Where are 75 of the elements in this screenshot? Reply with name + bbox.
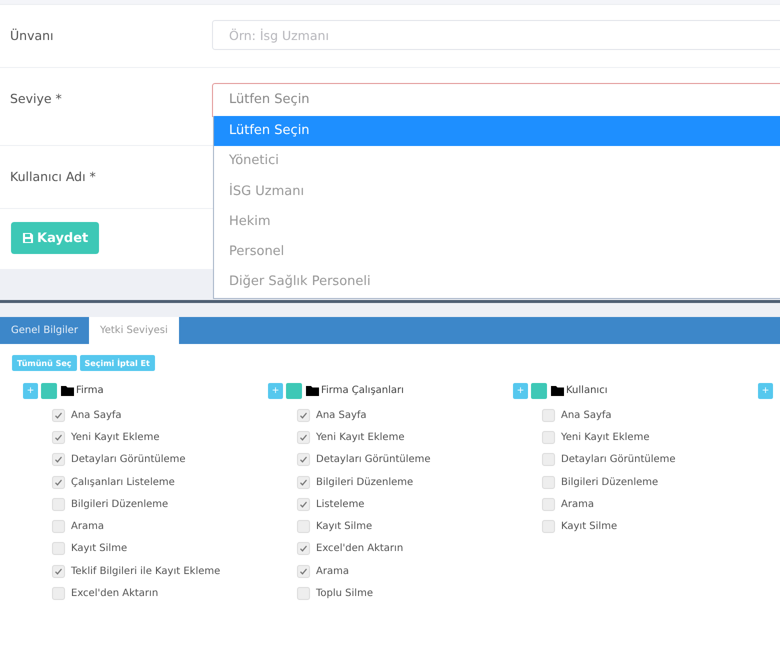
checkbox[interactable] <box>297 587 310 600</box>
toggle-button[interactable] <box>286 382 302 398</box>
folder-icon <box>306 386 319 396</box>
checkbox[interactable] <box>297 542 310 556</box>
checkbox[interactable] <box>52 564 65 578</box>
action-button[interactable]: Seçimi İptal Et <box>80 355 155 371</box>
checkbox[interactable] <box>297 498 310 511</box>
permission-label: Toplu Silme <box>316 588 373 600</box>
checkbox[interactable] <box>297 476 310 489</box>
permission-label: Arama <box>561 498 594 510</box>
permission-label: Arama <box>316 566 349 577</box>
expand-button[interactable]: + <box>758 382 773 398</box>
permission-label: Ana Sayfa <box>316 410 367 421</box>
checkbox[interactable] <box>542 476 555 489</box>
permission-label: Bilgileri Düzenleme <box>71 498 168 510</box>
group-name: Firma <box>76 385 104 396</box>
permission-label: Yeni Kayıt Ekleme <box>316 432 404 443</box>
checkbox[interactable] <box>52 498 65 511</box>
checkbox[interactable] <box>52 476 65 489</box>
group-name: Firma Çalışanları <box>321 385 404 396</box>
permission-label: Detayları Görüntüleme <box>561 454 676 466</box>
dropdown-option[interactable]: Lütfen Seçin <box>214 116 780 146</box>
folder-icon <box>61 386 74 396</box>
permission-label: Detayları Görüntüleme <box>316 454 431 466</box>
checkbox[interactable] <box>52 587 65 600</box>
permission-label: Teklif Bilgileri ile Kayıt Ekleme <box>71 566 220 577</box>
dropdown-option[interactable]: Personel <box>214 237 780 268</box>
checkbox[interactable] <box>297 520 310 534</box>
checkbox[interactable] <box>52 520 65 534</box>
folder-icon <box>551 386 564 396</box>
permission-label: Ana Sayfa <box>71 410 122 421</box>
toggle-button[interactable] <box>41 382 57 398</box>
permission-label: Bilgileri Düzenleme <box>316 476 414 488</box>
save-button[interactable]: Kaydet <box>11 222 100 254</box>
expand-button[interactable]: + <box>513 382 528 398</box>
field-label: Kullanıcı Adı * <box>9 168 97 186</box>
expand-button[interactable]: + <box>23 382 38 398</box>
permission-label: Excel'den Aktarın <box>316 543 404 554</box>
checkbox[interactable] <box>297 430 310 444</box>
expand-button[interactable]: + <box>268 382 283 398</box>
toggle-button[interactable] <box>531 382 547 398</box>
checkbox[interactable] <box>52 430 65 444</box>
permission-label: Çalışanları Listeleme <box>71 476 175 488</box>
permission-label: Listeleme <box>316 498 364 510</box>
dropdown-option[interactable]: Hekim <box>214 206 780 238</box>
group-name: Kullanıcı <box>566 385 608 396</box>
tab[interactable]: Yetki Seviyesi <box>88 317 179 344</box>
checkbox[interactable] <box>542 408 555 422</box>
permission-label: Ana Sayfa <box>561 410 612 421</box>
checkbox[interactable] <box>297 564 310 578</box>
checkbox[interactable] <box>52 542 65 556</box>
field-label: Seviye * <box>9 90 63 108</box>
permission-label: Yeni Kayıt Ekleme <box>561 432 650 443</box>
text-input-field[interactable]: Örn: İsg Uzmanı <box>212 20 780 50</box>
permission-label: Kayıt Silme <box>316 521 372 532</box>
dropdown-option[interactable]: Yönetici <box>214 146 780 177</box>
permission-label: Detayları Görüntüleme <box>71 454 186 466</box>
checkbox[interactable] <box>542 520 555 534</box>
permission-label: Excel'den Aktarın <box>71 588 158 600</box>
permission-label: Kayıt Silme <box>561 521 618 532</box>
permission-label: Yeni Kayıt Ekleme <box>71 432 160 443</box>
dropdown-option[interactable]: Diğer Sağlık Personeli <box>214 267 780 298</box>
checkbox[interactable] <box>542 430 555 444</box>
checkbox[interactable] <box>297 408 310 422</box>
permission-label: Bilgileri Düzenleme <box>561 476 658 488</box>
action-button[interactable]: Tümünü Seç <box>12 355 77 371</box>
checkbox[interactable] <box>542 498 555 511</box>
checkbox[interactable] <box>542 453 555 466</box>
checkbox[interactable] <box>52 408 65 422</box>
field-label: Ünvanı <box>9 27 55 45</box>
permission-label: Arama <box>71 521 104 532</box>
permission-label: Kayıt Silme <box>71 543 128 554</box>
checkbox[interactable] <box>52 453 65 466</box>
dropdown-option[interactable]: İSG Uzmanı <box>214 176 780 207</box>
checkbox[interactable] <box>297 453 310 466</box>
